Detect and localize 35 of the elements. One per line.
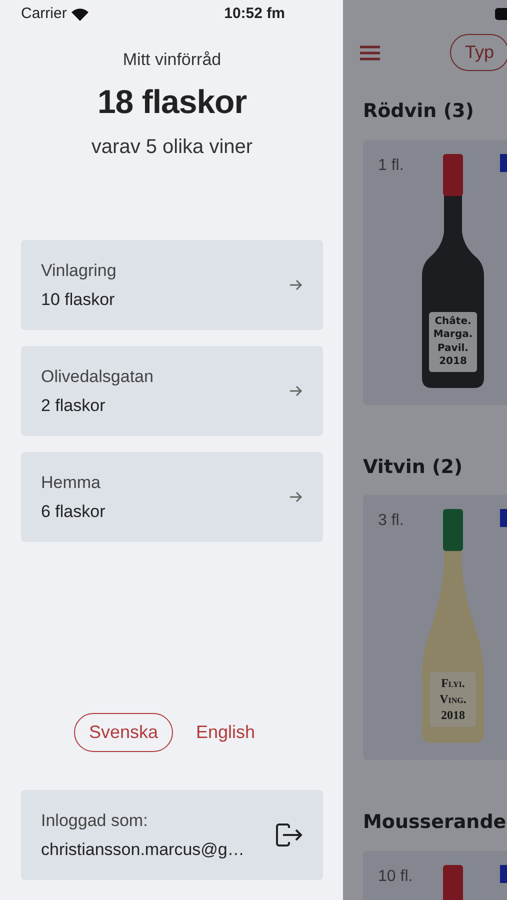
status-time: 10:52 fm	[224, 4, 285, 24]
location-card[interactable]: Hemma 6 flaskor	[21, 452, 323, 542]
wine-card[interactable]: 1 fl. Châte. Marga. Pavil. 2018	[363, 140, 507, 404]
location-count: 6 flaskor	[41, 501, 106, 523]
location-name: Vinlagring	[41, 260, 118, 282]
filter-button[interactable]: Typ	[450, 34, 507, 71]
language-option[interactable]: English	[181, 713, 270, 752]
label-text: Ving.	[440, 691, 466, 708]
location-name: Hemma	[41, 472, 102, 494]
wine-summary: varav 5 olika viner	[90, 135, 254, 160]
label-text: Châte.	[434, 314, 472, 328]
wine-card[interactable]: 10 fl.	[363, 850, 507, 900]
carrier-name: Carrier	[21, 4, 67, 24]
location-card[interactable]: Olivedalsgatan 2 flaskor	[21, 346, 323, 436]
account-email: christiansson.marcus@g…	[41, 839, 246, 861]
account-label: Inloggad som:	[41, 810, 149, 832]
label-text: Marga.	[433, 328, 473, 342]
bottle-total: 18 flaskor	[96, 82, 248, 122]
location-card[interactable]: Vinlagring 10 flaskor	[21, 240, 323, 330]
location-count: 10 flaskor	[41, 289, 116, 311]
label-text: Pavil.	[438, 342, 468, 355]
wine-card[interactable]: 3 fl. Flyi. Ving. 2018	[363, 495, 507, 760]
label-text: 2018	[441, 707, 465, 724]
drawer-subtitle: Mitt vinförråd	[122, 49, 222, 71]
location-name: Olivedalsgatan	[41, 366, 154, 388]
bottle-count: 10 fl.	[378, 866, 413, 886]
bottle-count: 1 fl.	[378, 156, 404, 176]
bottle-count: 3 fl.	[378, 511, 404, 531]
label-text: 2018	[439, 355, 467, 368]
label-text: Flyi.	[441, 675, 465, 692]
location-count: 2 flaskor	[41, 395, 106, 417]
section-title: Mousserande	[363, 810, 507, 835]
section-title: Vitvin (2)	[363, 454, 464, 480]
language-option[interactable]: Svenska	[74, 713, 173, 752]
section-title: Rödvin (3)	[363, 99, 475, 124]
